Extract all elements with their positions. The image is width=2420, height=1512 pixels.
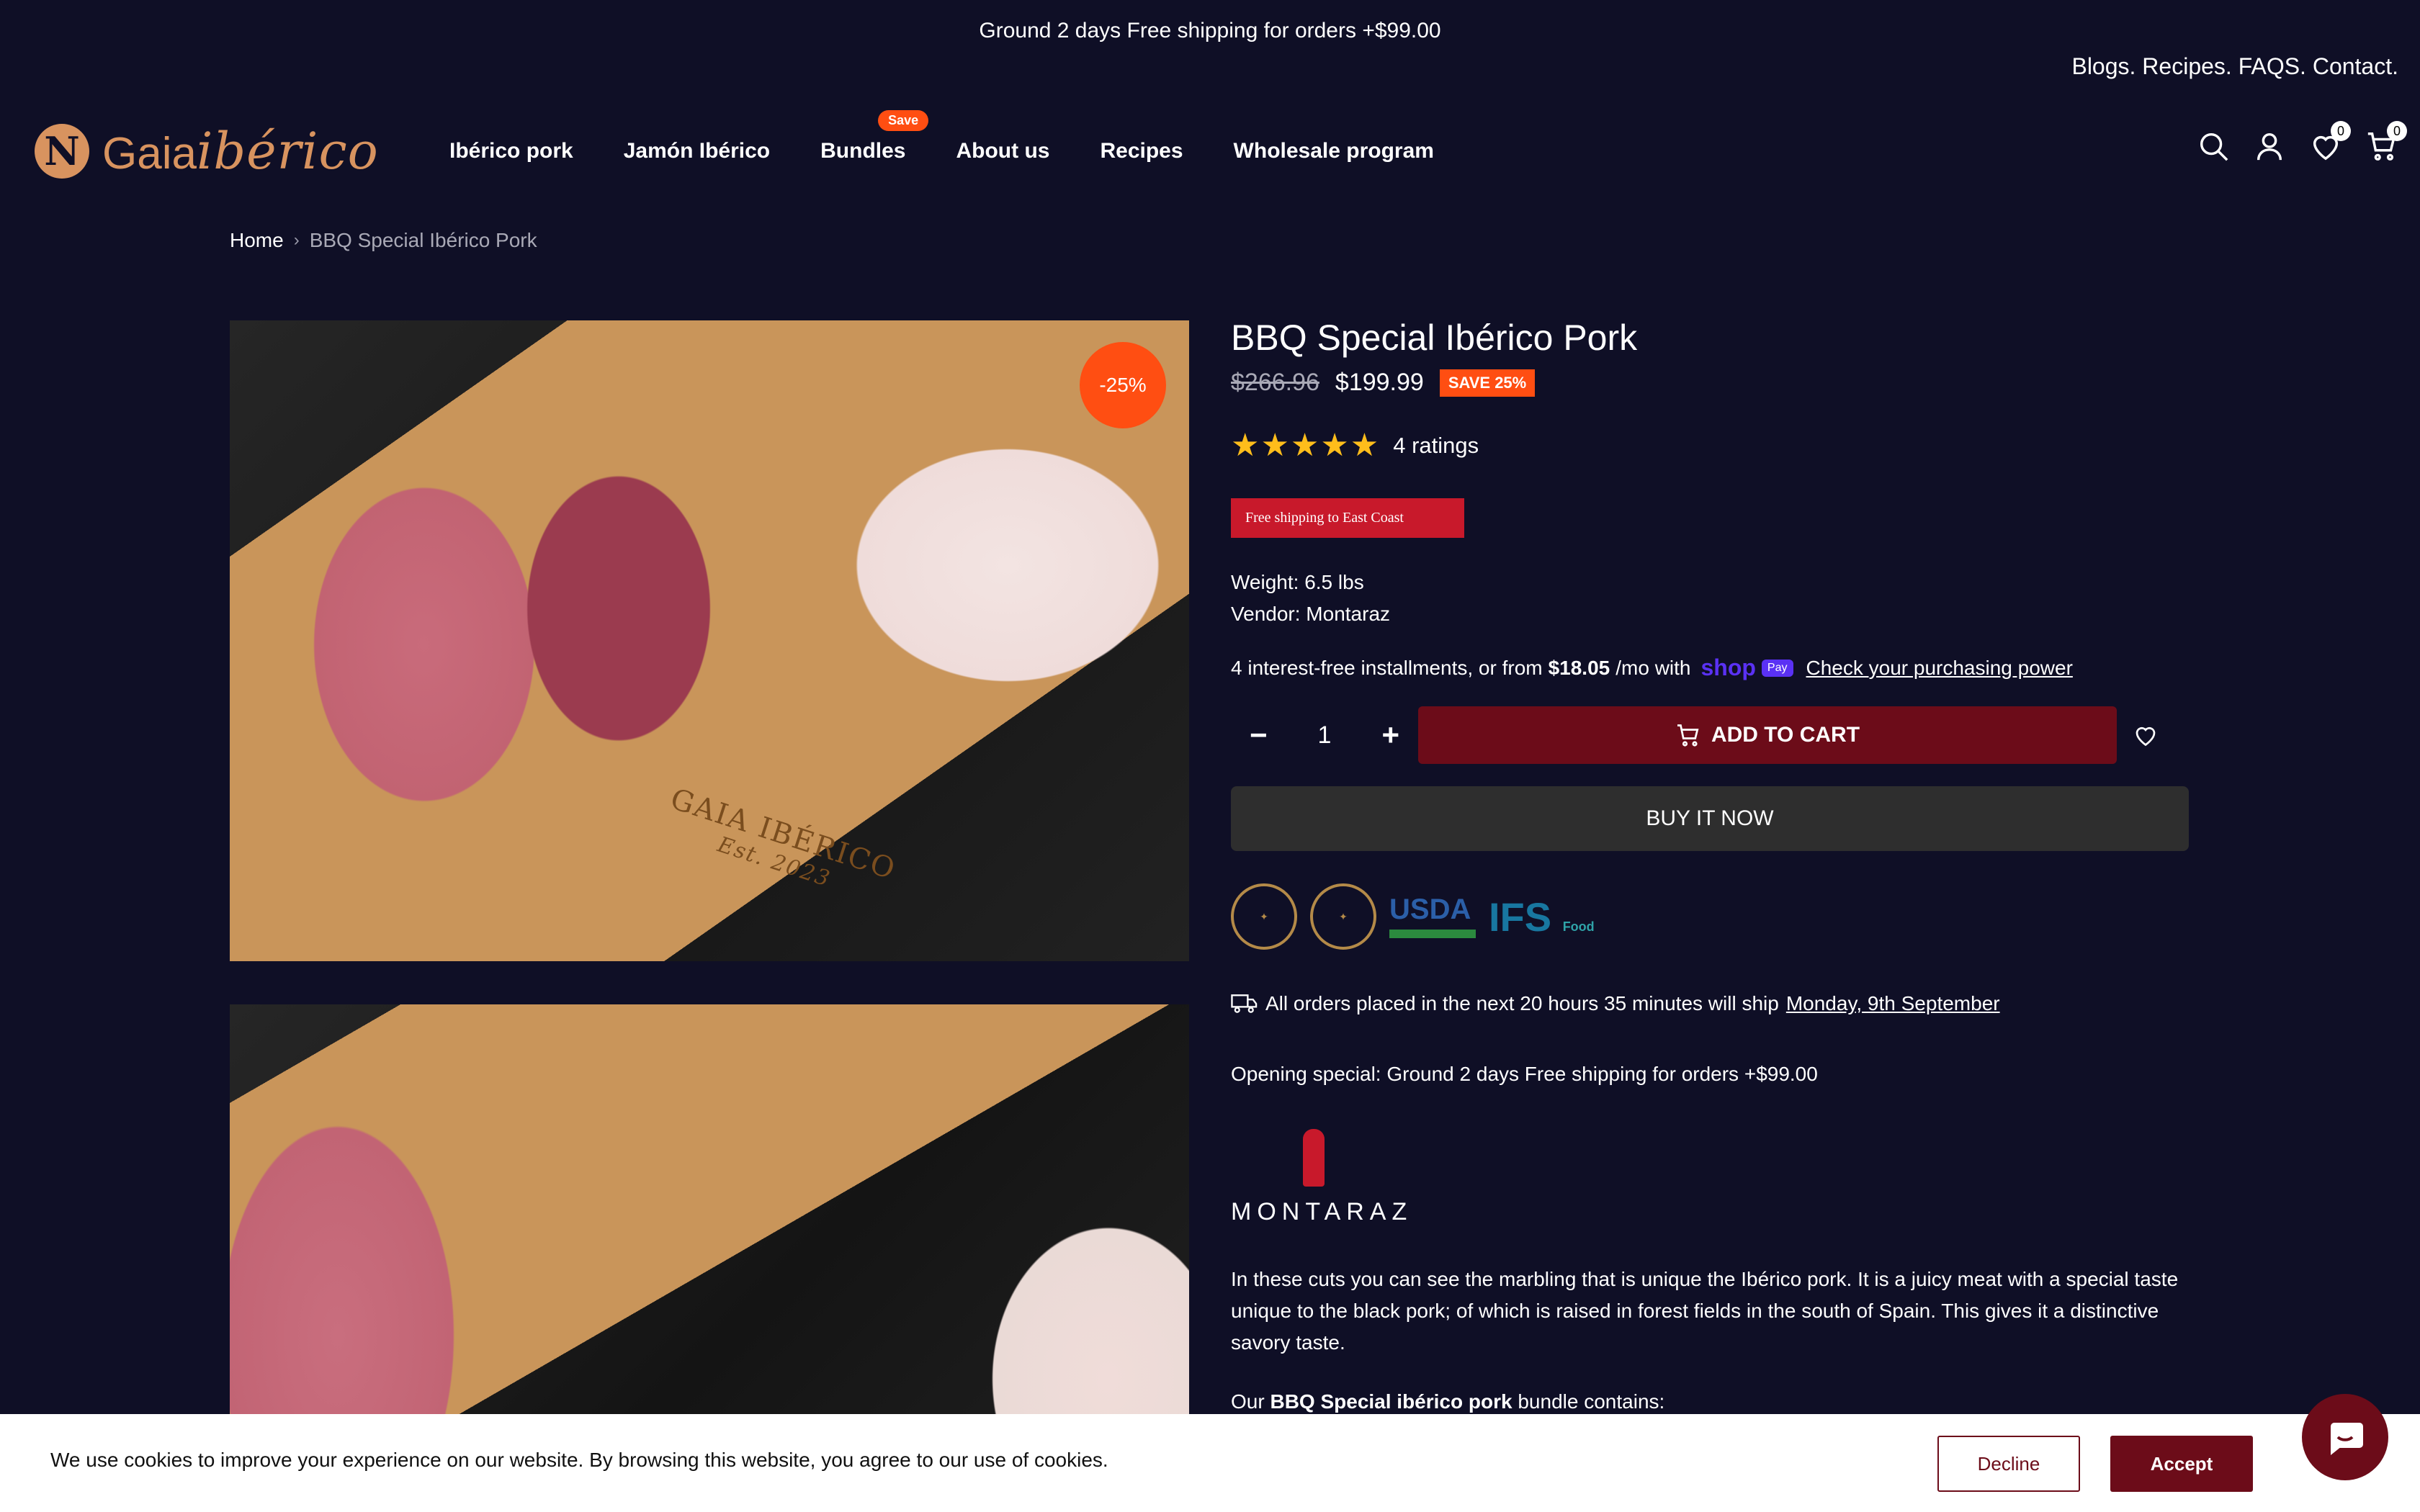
montaraz-logo: MONTARAZ [1231, 1129, 2189, 1226]
ifs-text: IFS [1489, 894, 1552, 940]
quantity-input[interactable]: 1 [1318, 721, 1332, 750]
buy-it-now-button[interactable]: BUY IT NOW [1231, 786, 2189, 851]
montaraz-figure-icon [1303, 1129, 1325, 1187]
cookie-accept-button[interactable]: Accept [2110, 1436, 2253, 1492]
ship-notice: All orders placed in the next 20 hours 3… [1231, 992, 2189, 1015]
product-image-secondary[interactable] [230, 1004, 1189, 1436]
brand-logo[interactable]: Gaiaibérico [35, 121, 379, 181]
cart-count: 0 [2387, 121, 2407, 141]
ifs-food-logo: IFS Food [1489, 894, 1595, 940]
installments-amount: $18.05 [1548, 656, 1610, 679]
free-shipping-tag: Free shipping to East Coast [1231, 498, 1464, 538]
quantity-stepper: − 1 + [1231, 718, 1418, 752]
product-image-main[interactable]: -25% GAIA IBÉRICO Est. 2023 [230, 320, 1189, 961]
top-link-contact[interactable]: Contact. [2313, 53, 2398, 80]
header-icons: 0 0 [2197, 121, 2407, 163]
logo-mark-icon [35, 124, 89, 179]
quantity-minus-button[interactable]: − [1250, 718, 1268, 752]
add-to-wishlist-button[interactable] [2117, 722, 2174, 748]
price-row: $266.96 $199.99 SAVE 25% [1231, 369, 2189, 397]
shop-pay-badge: Pay [1761, 659, 1793, 677]
nav-about-us[interactable]: About us [956, 139, 1049, 163]
breadcrumb-home[interactable]: Home [230, 229, 284, 252]
cart-icon[interactable]: 0 [2365, 121, 2407, 163]
ratings-count: 4 ratings [1393, 432, 1479, 458]
cart-icon [1677, 724, 1699, 747]
ifs-sub: Food [1562, 919, 1595, 934]
cookie-banner: We use cookies to improve your experienc… [0, 1414, 2420, 1512]
product-meta: Weight: 6.5 lbs Vendor: Montaraz [1231, 567, 2189, 630]
breadcrumb: Home › BBQ Special Ibérico Pork [230, 229, 537, 252]
discount-badge: -25% [1080, 342, 1166, 428]
nav-save-badge: Save [878, 110, 929, 131]
site-header: Gaiaibérico Ibérico pork Jamón Ibérico B… [0, 110, 2420, 187]
chat-button[interactable] [2302, 1394, 2388, 1480]
truck-icon [1231, 994, 1258, 1013]
usda-text: USDA [1389, 894, 1471, 925]
product-vendor: Vendor: Montaraz [1231, 603, 1391, 625]
usda-stripe [1389, 930, 1476, 938]
add-to-cart-label: ADD TO CART [1711, 723, 1860, 747]
bundle-contains: Our BBQ Special ibérico pork bundle cont… [1231, 1390, 1665, 1413]
free-range-seal-icon: ✦ [1231, 883, 1297, 950]
top-link-blogs[interactable]: Blogs. [2071, 53, 2136, 80]
star-rating-icon: ★★★★★ [1231, 428, 1381, 463]
top-link-recipes[interactable]: Recipes. [2142, 53, 2232, 80]
search-icon[interactable] [2197, 130, 2230, 163]
top-link-faqs[interactable]: FAQS. [2238, 53, 2306, 80]
installments-prefix: 4 interest-free installments, or from [1231, 656, 1543, 679]
current-price: $199.99 [1335, 369, 1424, 396]
compare-price: $266.96 [1231, 369, 1319, 396]
heart-icon [2136, 726, 2156, 747]
add-to-cart-button[interactable]: ADD TO CART [1418, 706, 2117, 764]
opening-special: Opening special: Ground 2 days Free ship… [1231, 1063, 1818, 1085]
product-info: BBQ Special Ibérico Pork $266.96 $199.99… [1231, 317, 2189, 1413]
cookie-decline-button[interactable]: Decline [1937, 1436, 2080, 1492]
nav-bundles-label: Bundles [820, 139, 906, 163]
nav-recipes[interactable]: Recipes [1100, 139, 1183, 163]
save-badge: SAVE 25% [1439, 369, 1536, 397]
usda-logo: USDA [1389, 886, 1476, 948]
cookie-text: We use cookies to improve your experienc… [50, 1449, 1108, 1471]
breadcrumb-current: BBQ Special Ibérico Pork [309, 229, 537, 251]
quantity-plus-button[interactable]: + [1381, 718, 1399, 752]
installments-row: 4 interest-free installments, or from $1… [1231, 654, 2189, 681]
wishlist-count: 0 [2331, 121, 2351, 141]
main-nav: Ibérico pork Jamón Ibérico Bundles Save … [449, 110, 1484, 187]
purchasing-power-link[interactable]: Check your purchasing power [1806, 657, 2073, 680]
logo-text: Gaiaibérico [102, 122, 379, 181]
rating-row[interactable]: ★★★★★ 4 ratings [1231, 427, 2189, 464]
board-engraving: GAIA IBÉRICO Est. 2023 [658, 783, 900, 911]
product-weight: Weight: 6.5 lbs [1231, 571, 1364, 593]
announcement-text: Ground 2 days Free shipping for orders +… [979, 19, 1441, 42]
ship-date: Monday, 9th September [1785, 992, 2000, 1014]
certification-badges: ✦ ✦ USDA IFS Food [1231, 877, 2189, 956]
cart-row: − 1 + ADD TO CART [1231, 706, 2189, 765]
natural-seal-icon: ✦ [1310, 883, 1376, 950]
product-description: In these cuts you can see the marbling t… [1231, 1268, 2179, 1354]
chat-icon [2331, 1423, 2363, 1455]
nav-iberico-pork[interactable]: Ibérico pork [449, 139, 573, 163]
shop-pay-logo: shop [1700, 654, 1756, 680]
ship-notice-text: All orders placed in the next 20 hours 3… [1265, 992, 1779, 1014]
product-gallery: -25% GAIA IBÉRICO Est. 2023 [230, 320, 1189, 1436]
breadcrumb-separator: › [293, 230, 300, 250]
installments-suffix: /mo with [1615, 656, 1691, 679]
montaraz-wordmark: MONTARAZ [1231, 1198, 1413, 1225]
wishlist-icon[interactable]: 0 [2309, 121, 2351, 163]
product-title: BBQ Special Ibérico Pork [1231, 318, 1638, 358]
nav-jamon-iberico[interactable]: Jamón Ibérico [624, 139, 770, 163]
nav-wholesale[interactable]: Wholesale program [1234, 139, 1434, 163]
nav-bundles[interactable]: Bundles Save [820, 110, 929, 163]
account-icon[interactable] [2253, 130, 2286, 163]
announcement-bar: Ground 2 days Free shipping for orders +… [0, 0, 2420, 62]
top-links: Blogs. Recipes. FAQS. Contact. [2071, 53, 2398, 80]
